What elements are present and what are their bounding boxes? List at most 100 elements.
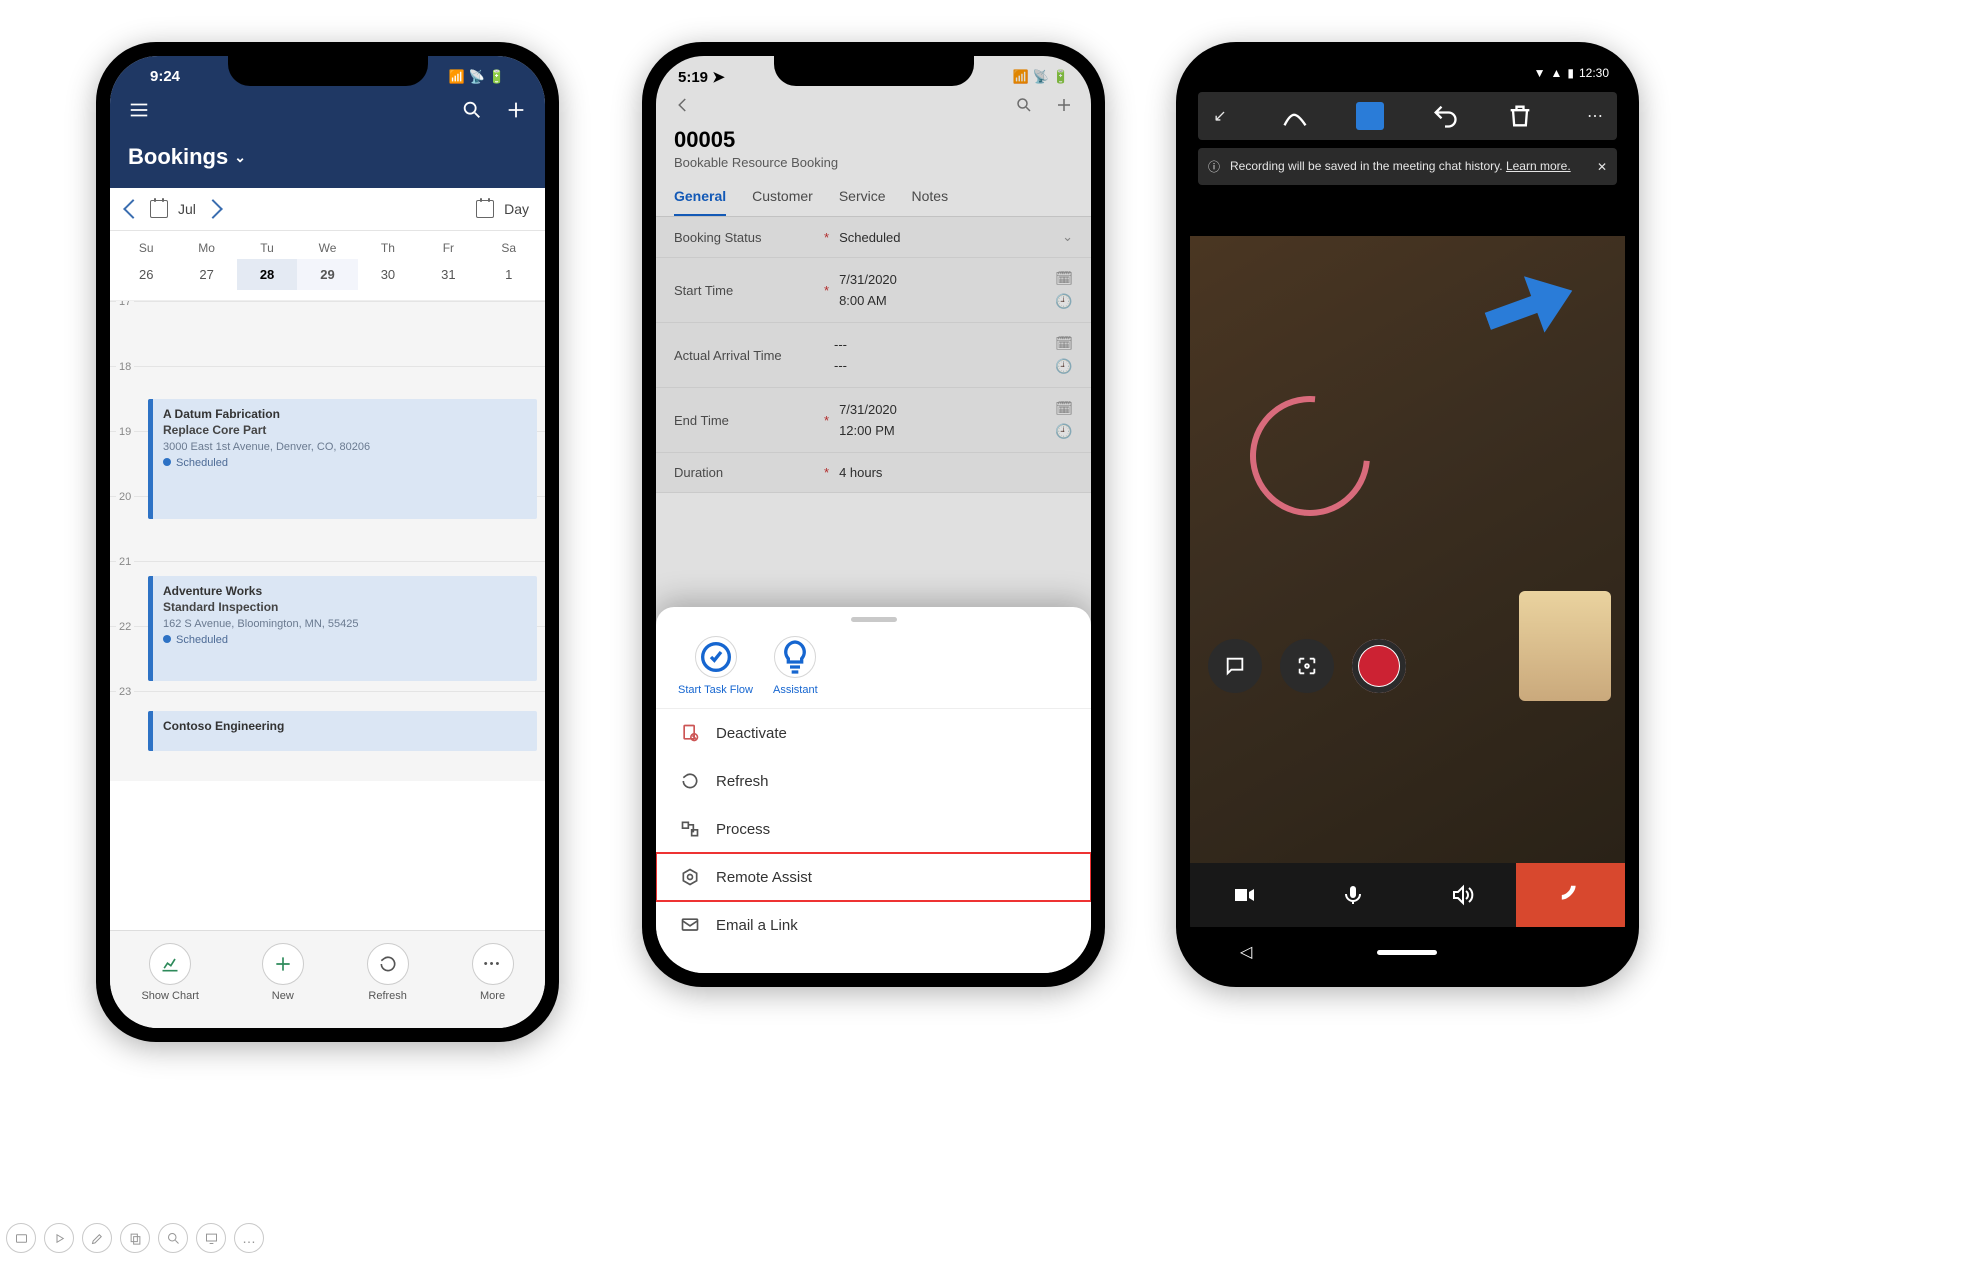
field-end-time[interactable]: End Time* 7/31/202012:00 PM 🗓🕘 [656, 388, 1091, 453]
more-icon[interactable]: … [234, 1223, 264, 1253]
add-icon[interactable] [1055, 96, 1073, 119]
tab-bar: General Customer Service Notes [656, 178, 1091, 217]
calendar-event[interactable]: Contoso Engineering [148, 711, 537, 751]
speaker-toggle[interactable] [1408, 863, 1517, 927]
screen-icon[interactable] [196, 1223, 226, 1253]
zoom-icon[interactable] [158, 1223, 188, 1253]
ar-circle-annotation [1225, 371, 1394, 540]
tab-service[interactable]: Service [839, 178, 886, 216]
status-bar: ▼ ▲ ▮ 12:30 [1190, 56, 1625, 84]
camera-toggle[interactable] [1190, 863, 1299, 927]
status-badge: Scheduled [163, 457, 527, 469]
record-subtitle: Bookable Resource Booking [674, 155, 1073, 170]
card-icon[interactable] [6, 1223, 36, 1253]
show-chart-button[interactable]: Show Chart [141, 943, 198, 1002]
back-nav-icon[interactable]: ◁ [1240, 942, 1252, 962]
capture-button[interactable] [1280, 639, 1334, 693]
close-icon[interactable]: ✕ [1597, 160, 1607, 174]
ar-arrow-annotation [1477, 262, 1582, 349]
signal-icon: ▼ [1534, 66, 1546, 80]
field-arrival-time[interactable]: Actual Arrival Time ------ 🗓🕘 [656, 323, 1091, 388]
recording-banner: ⓘ Recording will be saved in the meeting… [1198, 148, 1617, 185]
calendar-icon[interactable] [476, 200, 494, 218]
field-booking-status[interactable]: Booking Status * Scheduled ⌄ [656, 217, 1091, 258]
clock-icon: 🕘 [1055, 293, 1073, 310]
edit-icon[interactable] [82, 1223, 112, 1253]
status-badge: Scheduled [163, 634, 527, 646]
annotation-toolbar: ↙ ⋯ [1198, 92, 1617, 140]
calendar-icon: 🗓 [1055, 400, 1073, 417]
delete-icon[interactable] [1506, 102, 1534, 130]
color-swatch[interactable] [1356, 102, 1384, 130]
notch [228, 56, 428, 86]
refresh-item[interactable]: Refresh [656, 757, 1091, 805]
record-id: 00005 [674, 127, 1073, 153]
weekdate-row[interactable]: 2627 28 29 3031 1 [110, 259, 545, 301]
add-icon[interactable] [505, 99, 527, 126]
calendar-icon[interactable] [150, 200, 168, 218]
collapse-icon[interactable]: ↙ [1206, 102, 1234, 130]
record-button[interactable] [1352, 639, 1406, 693]
call-controls [1190, 863, 1625, 927]
search-icon[interactable] [1015, 96, 1033, 119]
view-label[interactable]: Day [504, 201, 529, 217]
self-video-thumbnail[interactable] [1519, 591, 1611, 701]
bottom-toolbar: Show Chart New Refresh ••• More [110, 930, 545, 1028]
android-navbar: ◁ [1190, 931, 1625, 973]
camera-view[interactable] [1190, 236, 1625, 863]
start-task-flow-button[interactable]: Start Task Flow [678, 636, 753, 696]
back-icon[interactable] [674, 96, 692, 119]
menu-icon[interactable] [128, 99, 150, 126]
learn-more-link[interactable]: Learn more. [1506, 159, 1571, 173]
document-toolbar: … [6, 1223, 264, 1253]
month-label: Jul [178, 201, 196, 217]
calendar-icon: 🗓 [1055, 335, 1073, 352]
prev-arrow-icon[interactable] [123, 199, 143, 219]
undo-icon[interactable] [1431, 102, 1459, 130]
chevron-down-icon: ⌄ [234, 149, 246, 166]
phone-booking-detail: 5:19 ➤ 📶📡🔋 00005 Bookable Resource Booki… [642, 42, 1105, 987]
calendar-event[interactable]: Adventure Works Standard Inspection 162 … [148, 576, 537, 681]
copy-icon[interactable] [120, 1223, 150, 1253]
more-icon[interactable]: ⋯ [1581, 102, 1609, 130]
sheet-handle[interactable] [851, 617, 897, 622]
notch [774, 56, 974, 86]
process-item[interactable]: Process [656, 805, 1091, 853]
calendar-event[interactable]: A Datum Fabrication Replace Core Part 30… [148, 399, 537, 519]
draw-icon[interactable] [1281, 102, 1309, 130]
date-navbar: Jul Day [110, 188, 545, 231]
wifi-icon: ▲ [1550, 66, 1562, 80]
end-call-button[interactable] [1516, 863, 1625, 927]
email-link-item[interactable]: Email a Link [656, 901, 1091, 949]
deactivate-item[interactable]: Deactivate [656, 709, 1091, 757]
location-icon: ➤ [712, 69, 725, 86]
field-start-time[interactable]: Start Time * 7/31/2020 8:00 AM 🗓🕘 [656, 258, 1091, 323]
mic-toggle[interactable] [1299, 863, 1408, 927]
chevron-down-icon: ⌄ [1062, 229, 1073, 245]
refresh-button[interactable]: Refresh [367, 943, 409, 1002]
remote-assist-item[interactable]: Remote Assist [656, 853, 1091, 901]
calendar-icon: 🗓 [1055, 270, 1073, 287]
chat-button[interactable] [1208, 639, 1262, 693]
tab-general[interactable]: General [674, 178, 726, 216]
schedule-grid[interactable]: 17 18 19 20 21 22 23 A Datum Fabrication… [110, 301, 545, 781]
clock-icon: 🕘 [1055, 423, 1073, 440]
play-icon[interactable] [44, 1223, 74, 1253]
new-button[interactable]: New [262, 943, 304, 1002]
phone-remote-assist-call: ▼ ▲ ▮ 12:30 ↙ ⋯ ⓘ Recording will be saved… [1176, 42, 1639, 987]
phone-bookings: 9:24 📶📡🔋 Booking [96, 42, 559, 1042]
page-title[interactable]: Bookings ⌄ [128, 144, 527, 170]
field-list: Booking Status * Scheduled ⌄ Start Time … [656, 217, 1091, 493]
more-button[interactable]: ••• More [472, 943, 514, 1002]
status-icons: 📶📡🔋 [448, 69, 505, 85]
home-nav-icon[interactable] [1377, 950, 1437, 955]
status-time: 9:24 [150, 68, 180, 85]
battery-icon: ▮ [1567, 66, 1574, 80]
tab-customer[interactable]: Customer [752, 178, 813, 216]
next-arrow-icon[interactable] [203, 199, 223, 219]
assistant-button[interactable]: Assistant [773, 636, 818, 696]
field-duration[interactable]: Duration* 4 hours [656, 453, 1091, 493]
search-icon[interactable] [461, 99, 483, 126]
status-time: 12:30 [1579, 66, 1609, 80]
tab-notes[interactable]: Notes [912, 178, 949, 216]
